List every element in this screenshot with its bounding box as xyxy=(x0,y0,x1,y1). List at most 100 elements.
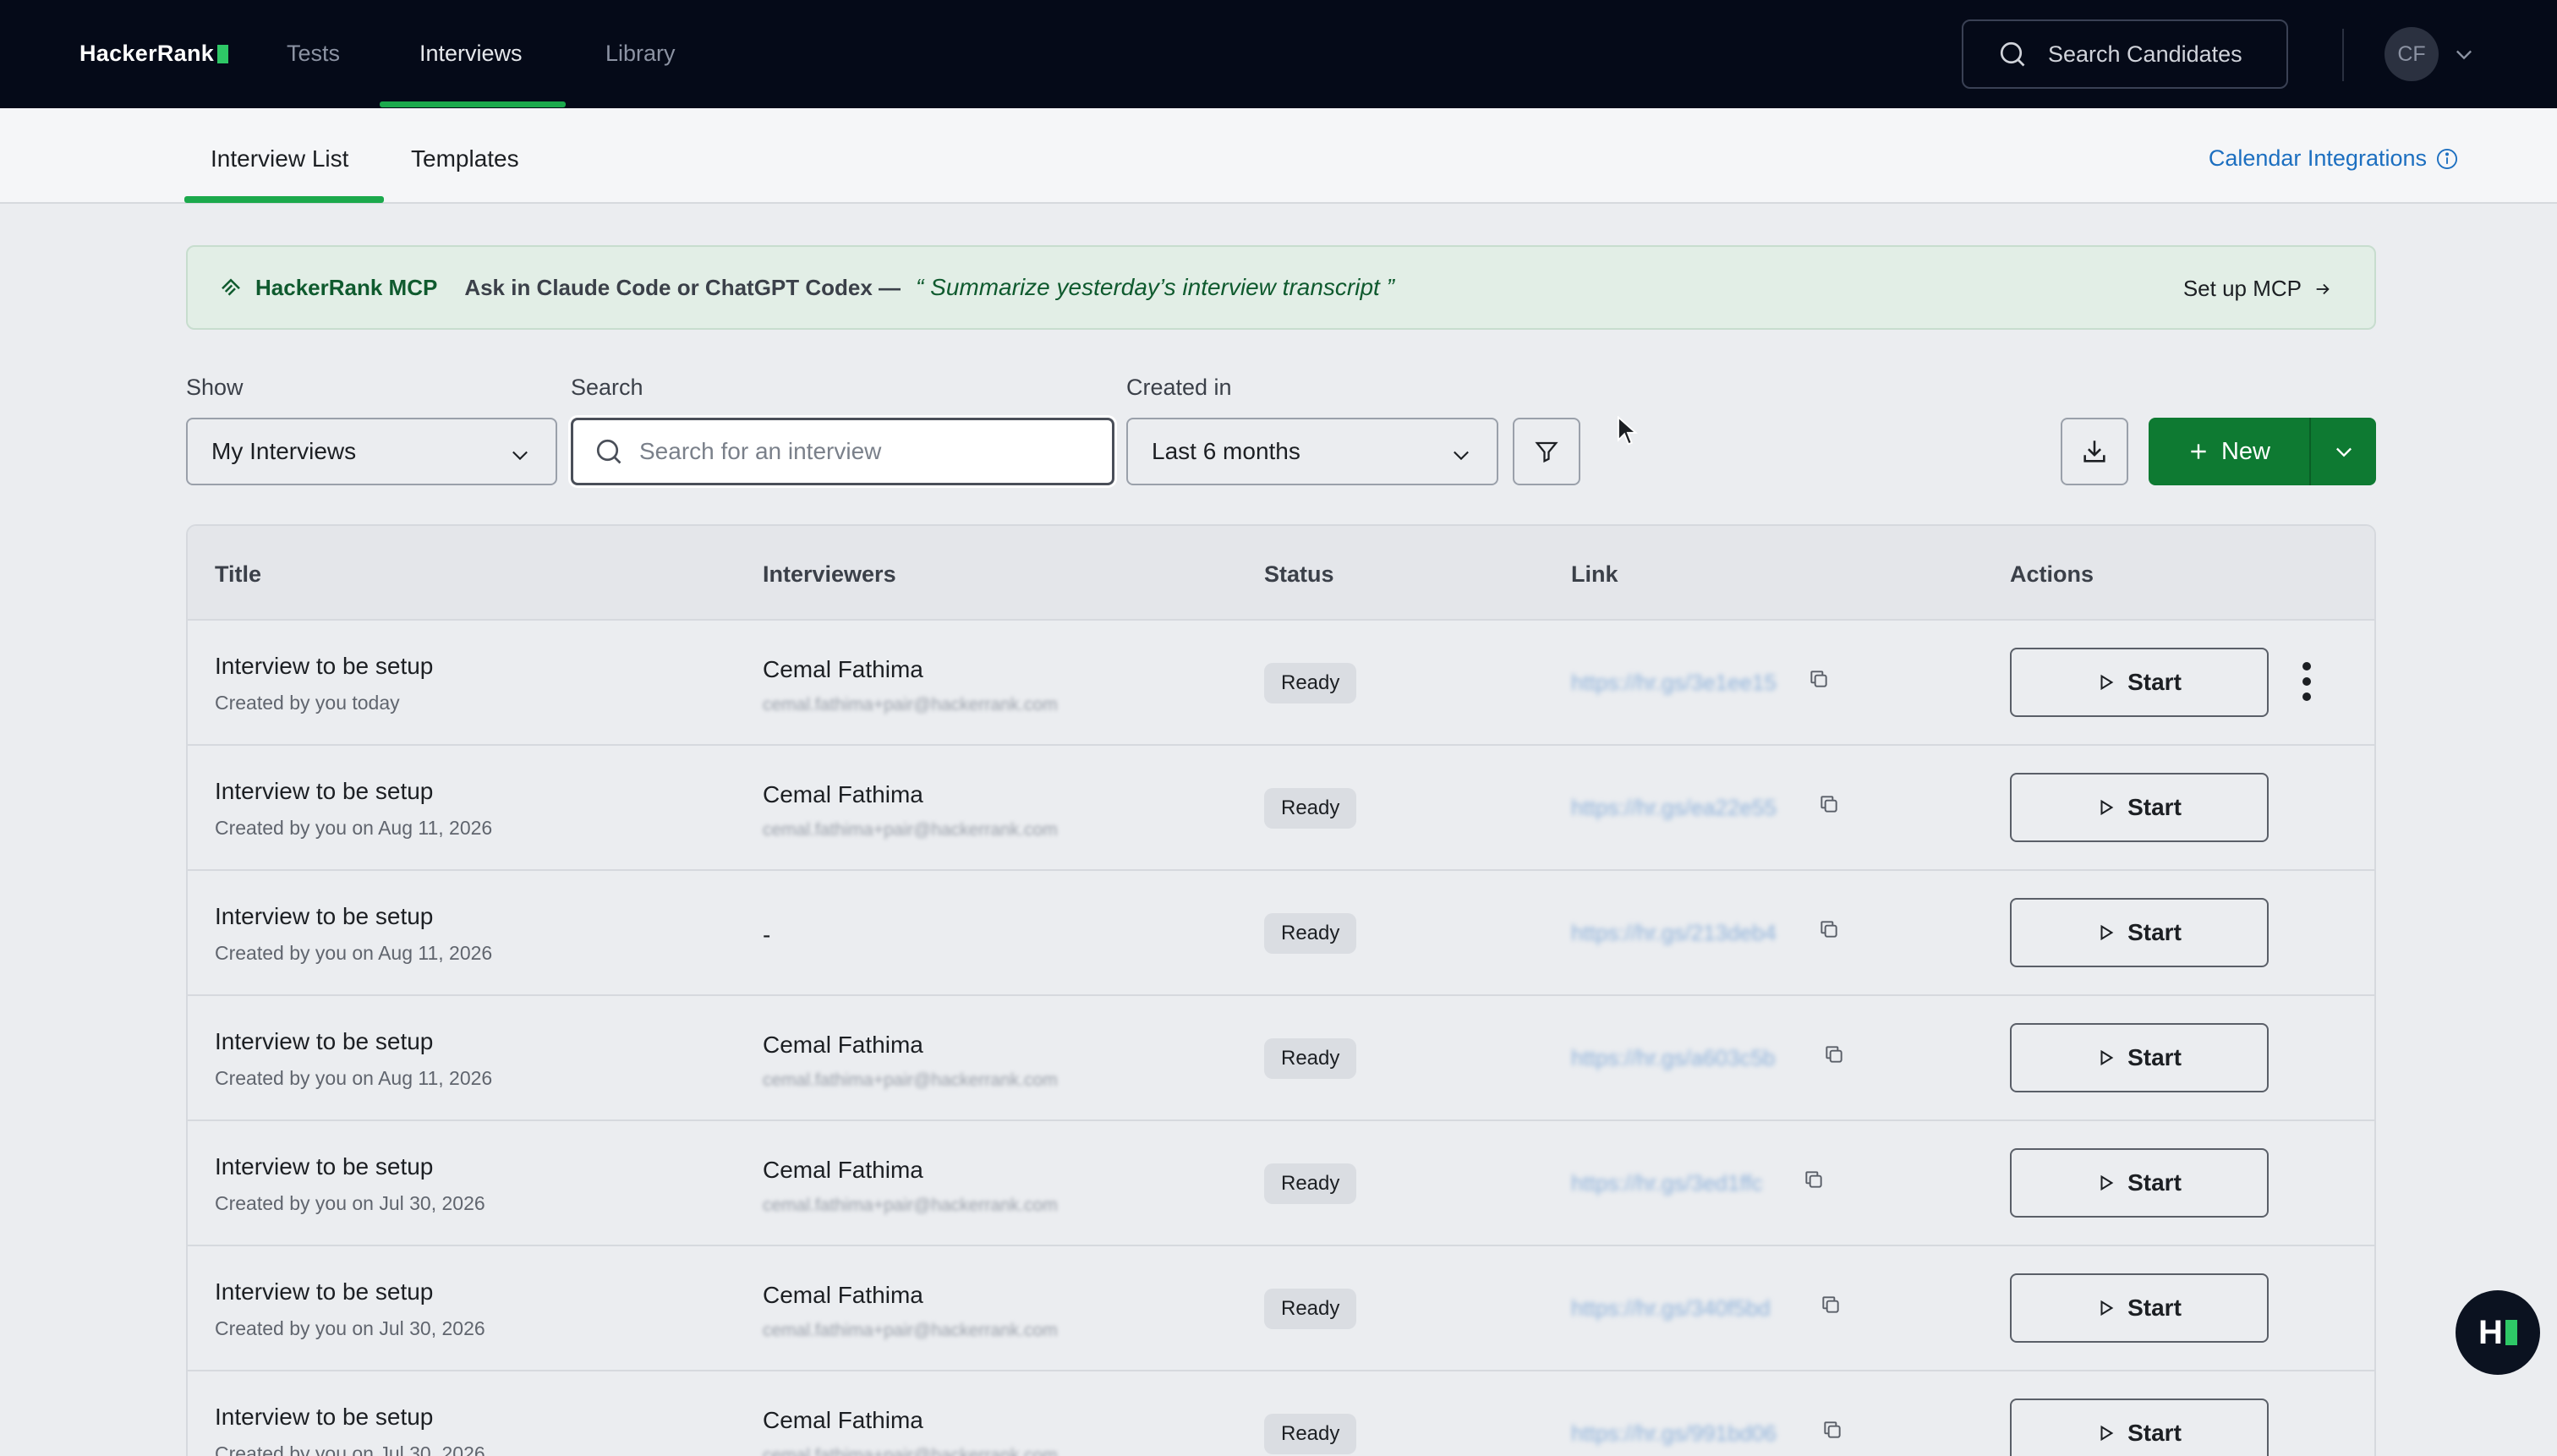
copy-icon[interactable] xyxy=(1808,668,1830,694)
setup-mcp-link[interactable]: Set up MCP xyxy=(2183,276,2332,302)
interview-link[interactable]: https://hr.gs/213deb4 xyxy=(1571,920,1777,946)
col-actions: Actions xyxy=(2010,561,2094,587)
interview-link[interactable]: https://hr.gs/340f5bd xyxy=(1571,1295,1771,1322)
nav-link-interviews[interactable]: Interviews xyxy=(419,41,523,67)
chevron-down-icon xyxy=(1454,451,1469,461)
interviewer-name: Cemal Fathima xyxy=(763,1157,923,1183)
nav-link-library[interactable]: Library xyxy=(605,41,676,67)
tab-active-indicator xyxy=(184,196,384,203)
start-label: Start xyxy=(2127,1295,2182,1321)
mcp-ask-text: Ask in Claude Code or ChatGPT Codex — xyxy=(464,274,901,300)
interview-link[interactable]: https://hr.gs/ea22e55 xyxy=(1571,795,1777,821)
interview-created: Created by you on Jul 30, 2026 xyxy=(215,1192,485,1214)
interview-title[interactable]: Interview to be setup xyxy=(215,1278,433,1305)
copy-icon[interactable] xyxy=(1818,793,1840,819)
more-options-icon[interactable] xyxy=(2302,660,2312,703)
interviewer-name: Cemal Fathima xyxy=(763,1282,923,1308)
copy-icon[interactable] xyxy=(1818,918,1840,944)
table-row[interactable]: Interview to be setup Created by you on A… xyxy=(188,871,2374,996)
start-button[interactable]: Start xyxy=(2010,1399,2269,1456)
start-label: Start xyxy=(2127,1420,2182,1446)
interviewer-name: - xyxy=(763,922,771,948)
start-button[interactable]: Start xyxy=(2010,1148,2269,1218)
chevron-down-icon xyxy=(2335,447,2352,457)
help-chat-button[interactable]: H xyxy=(2456,1290,2540,1375)
status-badge: Ready xyxy=(1264,663,1357,703)
interview-link[interactable]: https://hr.gs/3ed1ffc xyxy=(1571,1170,1762,1196)
interviewer-name: Cemal Fathima xyxy=(763,1032,923,1058)
download-button[interactable] xyxy=(2061,418,2128,485)
start-button[interactable]: Start xyxy=(2010,648,2269,717)
interview-search-field[interactable] xyxy=(571,418,1114,485)
mcp-banner: HackerRank MCP Ask in Claude Code or Cha… xyxy=(186,245,2376,330)
interview-title[interactable]: Interview to be setup xyxy=(215,653,433,680)
search-label: Search xyxy=(571,375,643,400)
interview-link[interactable]: https://hr.gs/3e1ee15 xyxy=(1571,670,1777,696)
created-in-label: Created in xyxy=(1126,375,1232,400)
interview-title[interactable]: Interview to be setup xyxy=(215,1153,433,1180)
search-candidates-button[interactable]: Search Candidates xyxy=(1962,19,2288,89)
new-options-dropdown[interactable] xyxy=(2309,418,2376,485)
table-row[interactable]: Interview to be setup Created by you on A… xyxy=(188,996,2374,1121)
search-candidates-label: Search Candidates xyxy=(2048,41,2242,67)
copy-icon[interactable] xyxy=(1820,1294,1842,1320)
download-icon xyxy=(2083,441,2105,463)
setup-mcp-label: Set up MCP xyxy=(2182,276,2302,301)
created-in-value: Last 6 months xyxy=(1152,438,1300,464)
start-button[interactable]: Start xyxy=(2010,898,2269,967)
nav-active-indicator xyxy=(380,101,566,107)
nav-link-tests[interactable]: Tests xyxy=(287,41,340,67)
copy-icon[interactable] xyxy=(1803,1169,1825,1195)
start-button[interactable]: Start xyxy=(2010,1273,2269,1343)
interviewer-email: cemal.fathima+pair@hackerrank.com xyxy=(763,1446,1058,1456)
table-row[interactable]: Interview to be setup Created by you toda… xyxy=(188,621,2374,746)
play-icon xyxy=(2100,924,2114,941)
table-row[interactable]: Interview to be setup Created by you on J… xyxy=(188,1371,2374,1456)
status-badge: Ready xyxy=(1264,1038,1357,1079)
calendar-integrations-link[interactable]: Calendar Integrations xyxy=(2209,145,2459,172)
interview-created: Created by you on Aug 11, 2026 xyxy=(215,817,493,839)
copy-icon[interactable] xyxy=(1823,1043,1845,1070)
interview-link[interactable]: https://hr.gs/a603c5b xyxy=(1571,1045,1775,1071)
interview-created: Created by you on Aug 11, 2026 xyxy=(215,942,493,964)
brand-logo[interactable]: HackerRank xyxy=(79,41,229,67)
interview-created: Created by you on Jul 30, 2026 xyxy=(215,1317,485,1339)
new-interview-button[interactable]: New xyxy=(2149,418,2309,485)
status-badge: Ready xyxy=(1264,1414,1357,1454)
start-button[interactable]: Start xyxy=(2010,1023,2269,1092)
interview-title[interactable]: Interview to be setup xyxy=(215,1404,433,1431)
interview-link[interactable]: https://hr.gs/991bd06 xyxy=(1571,1420,1777,1447)
play-icon xyxy=(2100,799,2114,816)
play-icon xyxy=(2100,1425,2114,1442)
start-label: Start xyxy=(2127,669,2182,695)
show-select[interactable]: My Interviews xyxy=(186,418,557,485)
show-label: Show xyxy=(186,375,244,400)
start-button[interactable]: Start xyxy=(2010,773,2269,842)
filter-icon xyxy=(1535,441,1558,463)
interviewer-email: cemal.fathima+pair@hackerrank.com xyxy=(763,1070,1058,1090)
copy-icon[interactable] xyxy=(1821,1419,1843,1445)
mouse-cursor-icon xyxy=(1617,416,1639,446)
col-interviewers: Interviewers xyxy=(763,561,896,587)
interview-title[interactable]: Interview to be setup xyxy=(215,903,433,930)
interviewer-name: Cemal Fathima xyxy=(763,781,923,807)
table-row[interactable]: Interview to be setup Created by you on A… xyxy=(188,746,2374,871)
status-badge: Ready xyxy=(1264,1289,1357,1329)
nav-divider xyxy=(2342,29,2344,81)
tab-interview-list[interactable]: Interview List xyxy=(211,145,348,172)
mcp-name: HackerRank MCP xyxy=(255,274,438,300)
interview-title[interactable]: Interview to be setup xyxy=(215,1028,433,1055)
search-icon xyxy=(596,439,621,464)
search-input[interactable] xyxy=(639,438,1079,465)
interview-title[interactable]: Interview to be setup xyxy=(215,778,433,805)
col-title: Title xyxy=(215,561,262,587)
avatar[interactable]: CF xyxy=(2385,27,2439,81)
created-in-select[interactable]: Last 6 months xyxy=(1126,418,1498,485)
tab-templates[interactable]: Templates xyxy=(411,145,519,172)
filter-button[interactable] xyxy=(1513,418,1580,485)
table-row[interactable]: Interview to be setup Created by you on J… xyxy=(188,1246,2374,1371)
table-row[interactable]: Interview to be setup Created by you on J… xyxy=(188,1121,2374,1246)
interviewer-name: Cemal Fathima xyxy=(763,656,923,682)
status-badge: Ready xyxy=(1264,788,1357,829)
chevron-down-icon[interactable] xyxy=(2452,42,2476,66)
